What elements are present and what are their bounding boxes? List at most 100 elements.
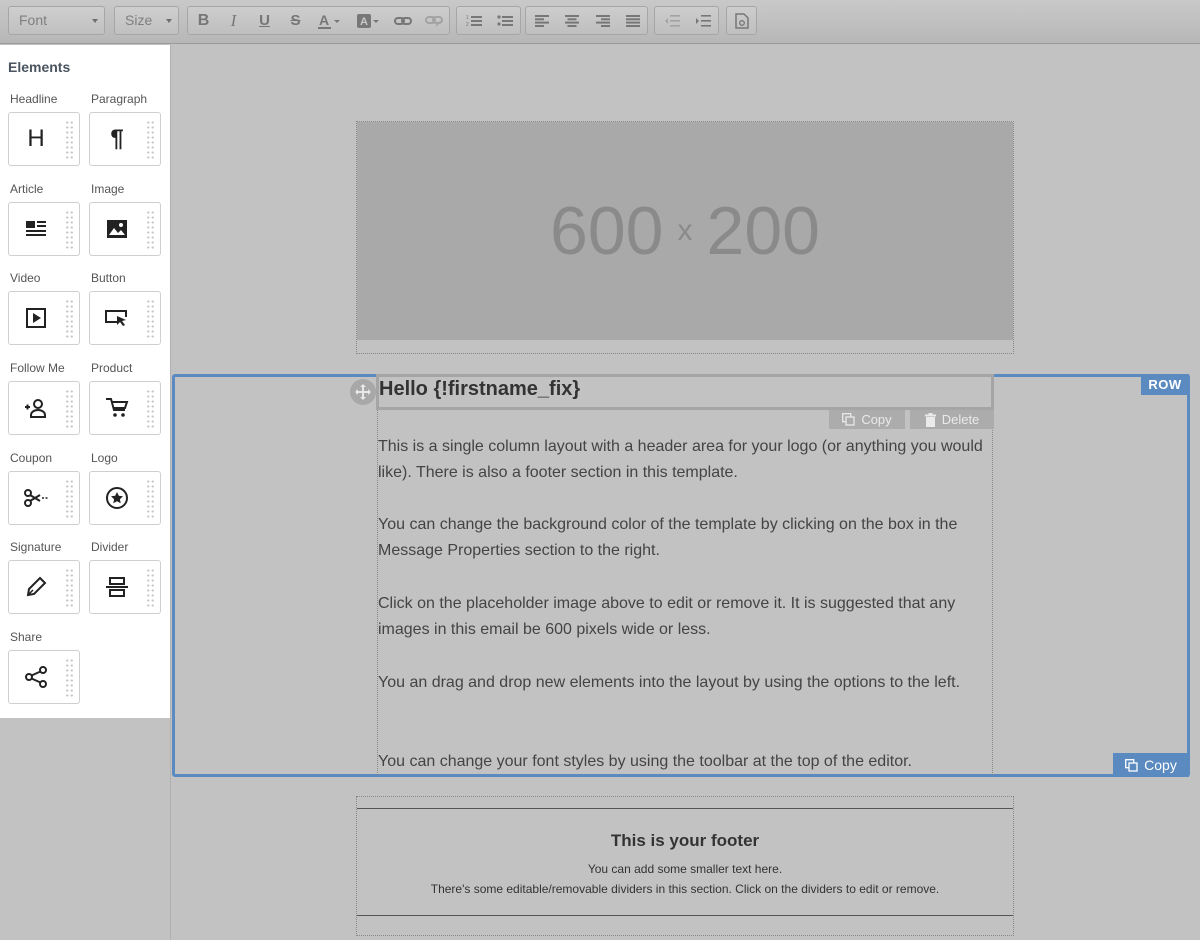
placeholder-image[interactable]: 600 x 200	[357, 122, 1013, 340]
delete-element-label: Delete	[941, 412, 980, 427]
format-group: B I U S A A	[187, 6, 450, 35]
text-color-icon: A	[318, 12, 340, 29]
body-paragraph[interactable]: You can change the background color of t…	[378, 512, 993, 564]
sidebar-item-label: Signature	[10, 540, 62, 554]
justify-button[interactable]	[617, 7, 648, 34]
unlink-button[interactable]	[418, 7, 449, 34]
sidebar-item-headline[interactable]: H	[8, 112, 80, 166]
delete-element-button[interactable]: Delete	[910, 410, 994, 429]
footer-divider-bottom[interactable]	[357, 915, 1013, 916]
pen-icon	[9, 561, 63, 613]
body-paragraph[interactable]: This is a single column layout with a he…	[378, 434, 993, 486]
sidebar-item-product[interactable]	[89, 381, 161, 435]
align-left-icon	[534, 14, 549, 27]
align-right-button[interactable]	[587, 7, 618, 34]
sidebar-item-paragraph[interactable]: ¶	[89, 112, 161, 166]
font-select-label: Font	[19, 12, 48, 28]
link-button[interactable]	[387, 7, 418, 34]
drag-handle-icon	[146, 389, 155, 429]
indent-button[interactable]	[687, 7, 718, 34]
footer-title[interactable]: This is your footer	[357, 831, 1013, 851]
sidebar-item-label: Button	[91, 271, 126, 285]
move-arrows-icon	[355, 384, 371, 400]
placeholder-times: x	[677, 214, 693, 247]
align-left-button[interactable]	[526, 7, 557, 34]
chevron-down-icon	[92, 19, 98, 23]
sidebar-item-label: Divider	[91, 540, 129, 554]
sidebar-item-label: Share	[10, 630, 43, 644]
ordered-list-icon: 12	[466, 15, 482, 28]
italic-button[interactable]: I	[218, 7, 249, 34]
background-color-button[interactable]: A	[351, 7, 385, 34]
background-color-icon: A	[357, 13, 379, 28]
drag-handle-icon	[146, 479, 155, 519]
sidebar-item-coupon[interactable]	[8, 471, 80, 525]
drag-handle-icon	[65, 658, 74, 698]
footer-text[interactable]: There's some editable/removable dividers…	[357, 882, 1013, 896]
sidebar-item-label: Article	[10, 182, 44, 196]
svg-text:A: A	[319, 12, 329, 28]
indent-icon	[695, 14, 711, 27]
sidebar-divider	[170, 45, 171, 940]
headline-text[interactable]: Hello {!firstname_fix}	[379, 378, 580, 401]
size-select[interactable]: Size	[114, 6, 179, 35]
align-center-icon	[564, 14, 579, 27]
footer-divider-top[interactable]	[357, 808, 1013, 809]
text-color-button[interactable]: A	[312, 7, 346, 34]
unordered-list-button[interactable]	[489, 7, 520, 34]
sidebar-item-label: Paragraph	[91, 92, 148, 106]
move-handle[interactable]	[350, 379, 376, 405]
copy-element-label: Copy	[861, 412, 892, 427]
underline-button[interactable]: U	[249, 7, 280, 34]
align-right-icon	[595, 14, 610, 27]
sidebar-item-video[interactable]	[8, 291, 80, 345]
sidebar-item-image[interactable]	[89, 202, 161, 256]
drag-handle-icon	[146, 299, 155, 339]
button-cursor-icon	[90, 292, 144, 344]
sidebar-item-article[interactable]	[8, 202, 80, 256]
drag-handle-icon	[146, 568, 155, 608]
sidebar-item-share[interactable]	[8, 650, 80, 704]
row-tag: ROW	[1141, 374, 1189, 395]
font-select[interactable]: Font	[8, 6, 105, 35]
align-center-button[interactable]	[556, 7, 587, 34]
sidebar-item-button[interactable]	[89, 291, 161, 345]
size-select-label: Size	[125, 12, 153, 28]
strikethrough-button[interactable]: S	[280, 7, 311, 34]
copy-row-button[interactable]: Copy	[1113, 753, 1189, 777]
drag-handle-icon	[65, 479, 74, 519]
trash-icon	[924, 412, 936, 427]
header-image-block[interactable]: 600 x 200	[356, 121, 1014, 354]
copy-element-button[interactable]: Copy	[829, 410, 905, 429]
sidebar-item-logo[interactable]	[89, 471, 161, 525]
share-icon	[9, 651, 63, 703]
unordered-list-icon	[496, 14, 513, 26]
sidebar-item-divider[interactable]	[89, 560, 161, 614]
image-icon	[90, 203, 144, 255]
outdent-button[interactable]	[656, 7, 687, 34]
sidebar-item-label: Video	[10, 271, 41, 285]
paragraph-icon: ¶	[110, 125, 124, 152]
body-paragraph[interactable]: You can change your font styles by using…	[378, 749, 993, 775]
copy-row-label: Copy	[1144, 757, 1177, 773]
drag-handle-icon	[65, 299, 74, 339]
footer-block[interactable]: This is your footer You can add some sma…	[356, 796, 1014, 936]
follow-person-icon	[9, 382, 63, 434]
sidebar-item-follow-me[interactable]	[8, 381, 80, 435]
drag-handle-icon	[65, 210, 74, 250]
list-group: 12	[456, 6, 521, 35]
copy-icon	[1125, 758, 1138, 772]
source-button[interactable]	[727, 7, 756, 34]
ordered-list-button[interactable]: 12	[458, 7, 489, 34]
sidebar-item-signature[interactable]	[8, 560, 80, 614]
strikethrough-icon: S	[290, 12, 301, 29]
body-paragraph[interactable]: You an drag and drop new elements into t…	[378, 670, 993, 696]
indent-group	[654, 6, 719, 35]
article-icon	[9, 203, 63, 255]
footer-text[interactable]: You can add some smaller text here.	[357, 862, 1013, 876]
bold-button[interactable]: B	[188, 7, 219, 34]
justify-icon	[625, 14, 640, 27]
elements-sidebar: Elements Headline H Paragraph ¶ Article …	[0, 45, 170, 718]
sidebar-item-label: Coupon	[10, 451, 53, 465]
body-paragraph[interactable]: Click on the placeholder image above to …	[378, 591, 993, 643]
